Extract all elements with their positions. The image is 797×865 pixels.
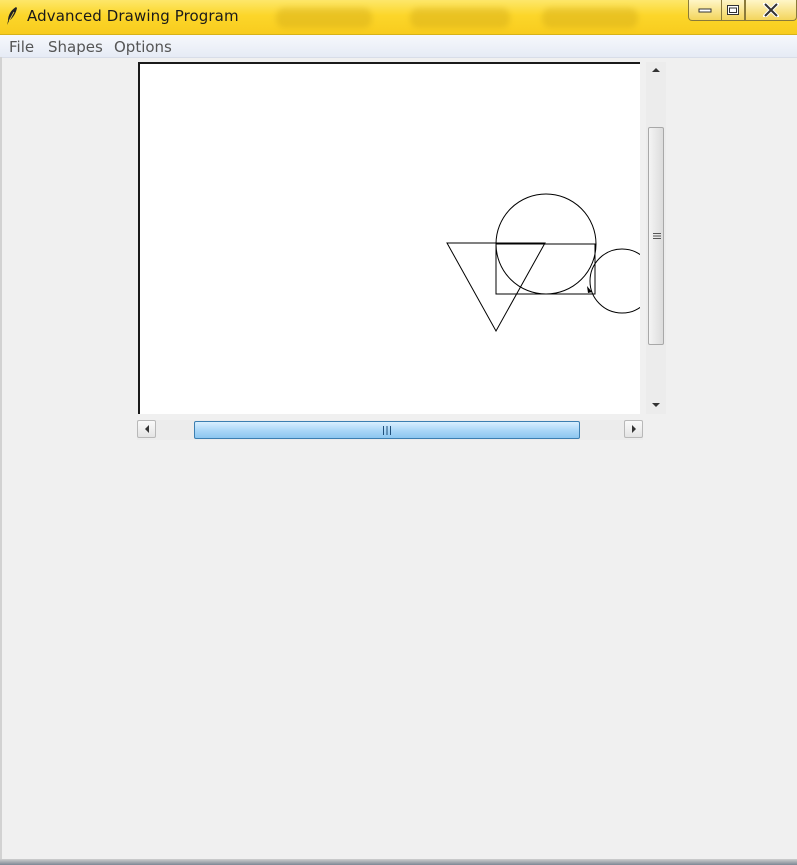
- vertical-scrollbar[interactable]: [646, 62, 666, 414]
- arrow-down-icon[interactable]: [651, 402, 661, 408]
- horizontal-scroll-thumb[interactable]: [194, 421, 580, 439]
- maximize-button[interactable]: [721, 0, 745, 21]
- rectangle-shape[interactable]: [495, 243, 596, 295]
- grip-icon: [653, 233, 661, 239]
- restore-icon: [727, 5, 739, 15]
- arrow-left-icon: [144, 425, 149, 433]
- app-window: Advanced Drawing Program File Shapes Opt…: [0, 0, 797, 865]
- circle-shape-partial[interactable]: [589, 248, 640, 314]
- grip-icon: [383, 426, 391, 435]
- scroll-right-button[interactable]: [624, 420, 643, 438]
- feather-icon: [5, 6, 19, 26]
- horizontal-scrollbar[interactable]: [137, 420, 643, 440]
- window-border: [0, 57, 2, 859]
- menu-file[interactable]: File: [9, 38, 34, 56]
- background-blur: [276, 8, 372, 28]
- menu-shapes[interactable]: Shapes: [48, 38, 103, 56]
- arrow-right-icon: [631, 425, 636, 433]
- arrow-up-icon[interactable]: [651, 67, 661, 73]
- close-icon: [763, 3, 779, 17]
- close-button[interactable]: [745, 0, 797, 21]
- window-title: Advanced Drawing Program: [27, 7, 239, 25]
- vertical-scroll-thumb[interactable]: [648, 127, 664, 345]
- drawing-canvas[interactable]: [138, 62, 640, 414]
- menu-options[interactable]: Options: [114, 38, 172, 56]
- menu-bar: File Shapes Options: [0, 35, 797, 58]
- background-blur: [410, 8, 510, 28]
- taskbar-edge: [0, 859, 797, 865]
- minimize-button[interactable]: [688, 0, 722, 21]
- canvas-drawing: [446, 193, 640, 333]
- background-blur: [542, 8, 638, 28]
- title-bar[interactable]: Advanced Drawing Program: [0, 0, 797, 35]
- scroll-left-button[interactable]: [137, 420, 156, 438]
- minimize-icon: [698, 8, 712, 13]
